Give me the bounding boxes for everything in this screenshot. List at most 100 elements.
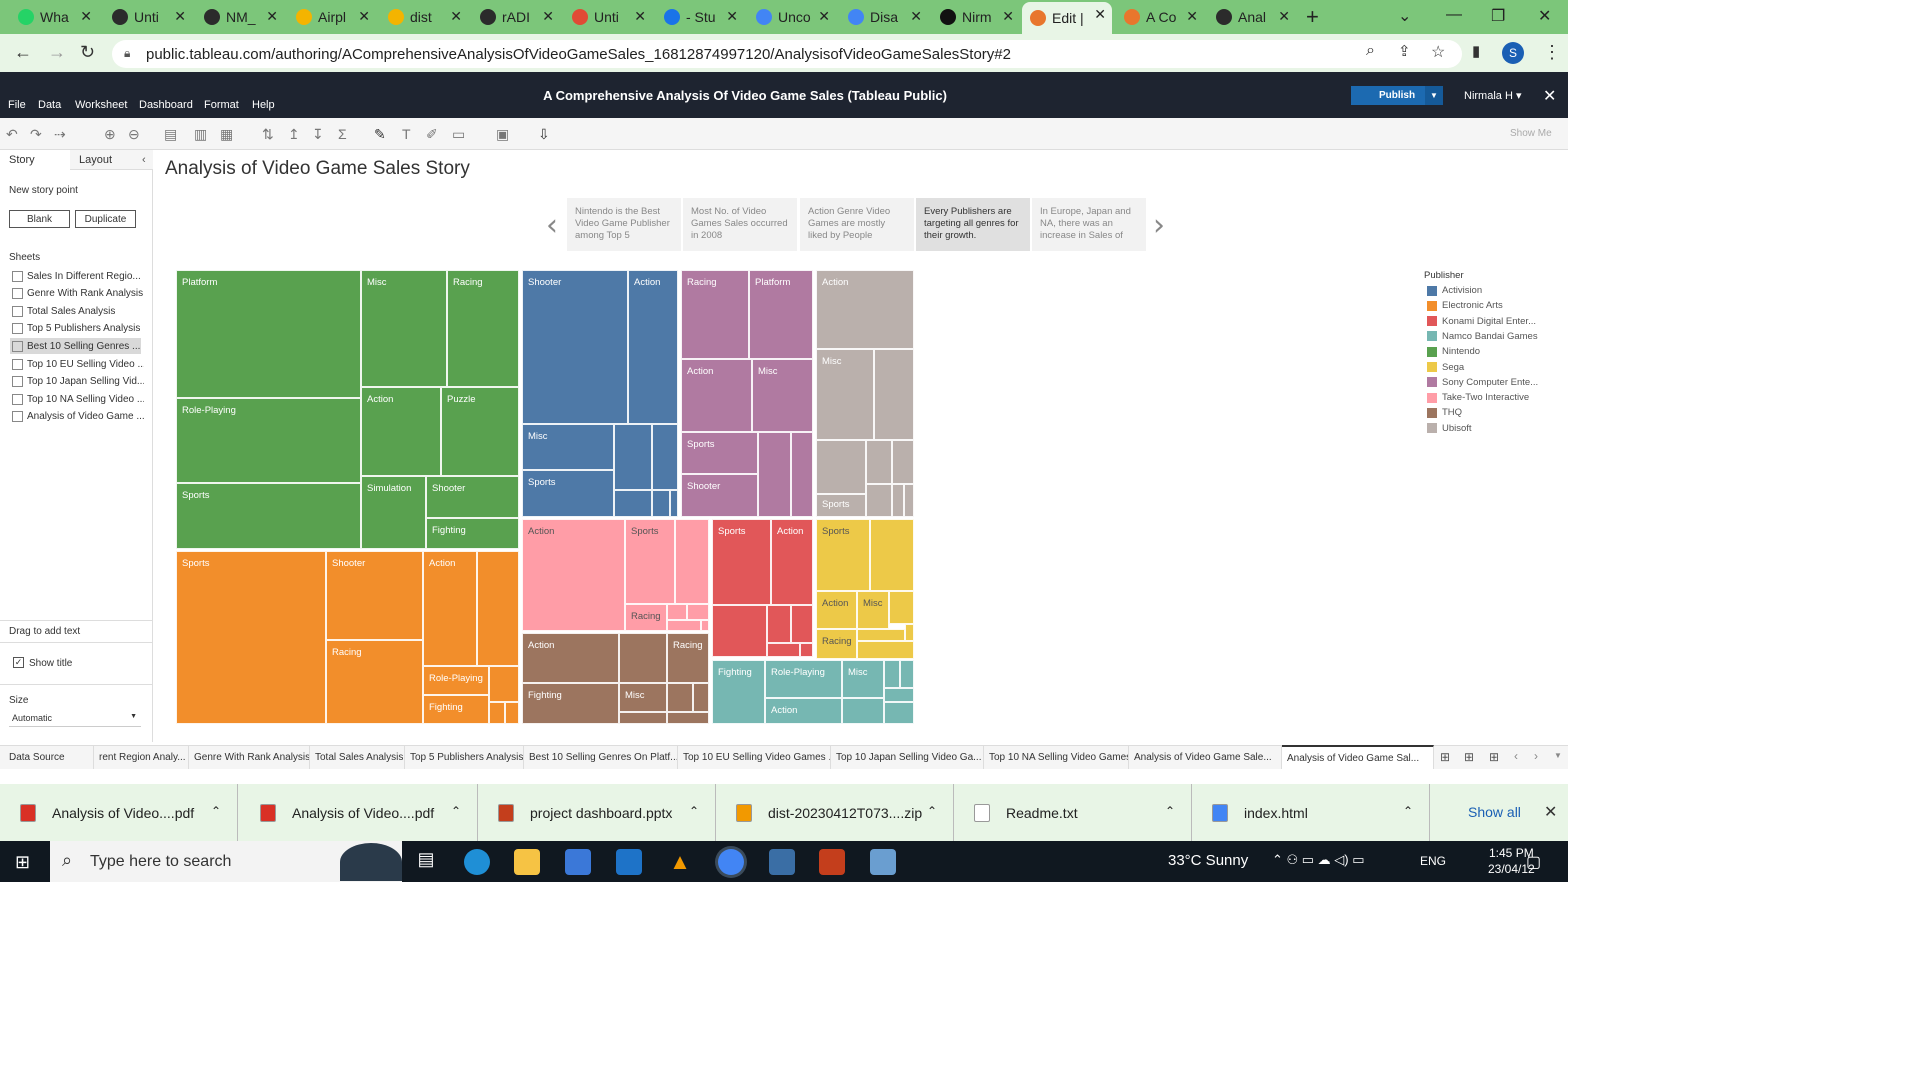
sheet-list-item[interactable]: Genre With Rank Analysis (12, 286, 144, 302)
sheet-tab[interactable]: Top 10 Japan Selling Video Ga... (831, 745, 984, 769)
browser-tab[interactable]: Unti ✕ (104, 4, 192, 30)
legend-item[interactable]: Namco Bandai Games (1427, 331, 1538, 342)
sort-asc-icon[interactable]: ↥ (288, 126, 300, 143)
treemap-cell[interactable]: Platform (176, 270, 361, 398)
treemap-cell[interactable] (870, 519, 914, 591)
story-point[interactable]: Most No. of Video Games Sales occurred i… (683, 198, 797, 251)
browser-tab[interactable]: Unti ✕ (564, 4, 652, 30)
sheet-list-item[interactable]: Best 10 Selling Genres ... (10, 338, 141, 355)
share-icon[interactable]: ⇪ (1398, 42, 1411, 60)
bookmark-star-icon[interactable]: ☆ (1431, 42, 1445, 62)
treemap-cell[interactable]: Fighting (423, 695, 489, 724)
tab-close-icon[interactable]: ✕ (80, 8, 92, 25)
close-authoring-icon[interactable]: ✕ (1543, 86, 1556, 106)
url-input[interactable]: public.tableau.com/authoring/AComprehens… (112, 40, 1462, 68)
mail-icon[interactable] (616, 849, 642, 875)
treemap-cell[interactable]: Misc (522, 424, 614, 470)
sheet-list-item[interactable]: Top 10 EU Selling Video ... (12, 356, 144, 372)
treemap-cell[interactable]: Action (423, 551, 477, 666)
browser-tab[interactable]: Edit | ✕ (1022, 2, 1112, 34)
powerpoint-icon[interactable] (819, 849, 845, 875)
sheet-list-item[interactable]: Total Sales Analysis (12, 303, 144, 319)
treemap-cell[interactable] (767, 605, 791, 643)
system-tray-icons[interactable]: ⌃ ⚇ ▭ ☁ ◁) ▭ (1272, 852, 1365, 868)
legend-item[interactable]: Konami Digital Enter... (1427, 316, 1536, 327)
treemap-cell[interactable] (884, 688, 914, 702)
size-select[interactable]: Automatic ▼ (9, 713, 141, 727)
treemap-cell[interactable] (619, 712, 667, 724)
sheet-list-item[interactable]: Top 10 Japan Selling Vid... (12, 374, 144, 390)
legend-item[interactable]: Activision (1427, 285, 1482, 296)
legend-item[interactable]: Electronic Arts (1427, 300, 1503, 311)
treemap-cell[interactable] (489, 666, 519, 702)
tab-story[interactable]: Story (9, 154, 35, 166)
new-tab-button[interactable]: + (1306, 4, 1319, 30)
treemap-cell[interactable]: Action (628, 270, 678, 424)
sort-desc-icon[interactable]: ↧ (312, 126, 324, 143)
treemap-cell[interactable]: Action (522, 633, 619, 683)
sheet-tab[interactable]: Analysis of Video Game Sal... (1282, 745, 1434, 769)
legend-item[interactable]: Nintendo (1427, 346, 1480, 357)
treemap-cell[interactable]: Role-Playing (765, 660, 842, 698)
swap-icon[interactable]: ⇅ (262, 126, 274, 143)
treemap-cell[interactable] (652, 424, 678, 490)
browser-tab[interactable]: dist ✕ (380, 4, 468, 30)
browser-menu-icon[interactable]: ⋮ (1543, 42, 1561, 63)
treemap-cell[interactable]: Role-Playing (423, 666, 489, 695)
treemap-cell[interactable] (670, 490, 678, 517)
treemap-cell[interactable] (687, 604, 709, 620)
start-icon[interactable]: ⊞ (15, 852, 30, 873)
new-dashboard-tab-icon[interactable]: ⊞ (1464, 750, 1474, 764)
treemap-cell[interactable]: Sports (816, 494, 866, 517)
download-icon[interactable]: ⇩ (538, 126, 550, 143)
reload-icon[interactable]: ↻ (80, 42, 95, 63)
notifications-icon[interactable]: ▢ (1526, 852, 1541, 872)
treemap-cell[interactable] (884, 702, 914, 724)
sheet-tab[interactable]: Data Source (4, 745, 94, 769)
treemap-cell[interactable] (892, 484, 904, 517)
treemap-cell[interactable]: Misc (752, 359, 813, 432)
chevron-up-icon[interactable]: ⌃ (211, 804, 221, 818)
sheet-list-item[interactable]: Top 10 NA Selling Video ... (12, 391, 144, 407)
duplicate-icon[interactable]: ▥ (194, 126, 207, 143)
legend-item[interactable]: THQ (1427, 407, 1462, 418)
sheet-tab[interactable]: Analysis of Video Game Sale... (1129, 745, 1282, 769)
vlc-icon[interactable]: ▲ (667, 849, 693, 875)
treemap-cell[interactable] (614, 424, 652, 490)
weather-widget[interactable]: 33°C Sunny (1168, 852, 1248, 869)
browser-tab[interactable]: A Co ✕ (1116, 4, 1204, 30)
treemap-cell[interactable]: Sports (816, 519, 870, 591)
highlight-icon[interactable]: ✎ (374, 126, 386, 143)
treemap-cell[interactable] (791, 605, 813, 643)
treemap-cell[interactable]: Sports (625, 519, 675, 604)
next-story-point-icon[interactable]: › (1153, 208, 1165, 243)
presentation-icon[interactable]: ▣ (496, 126, 509, 143)
treemap-cell[interactable]: Sports (176, 483, 361, 549)
treemap-cell[interactable]: Misc (816, 349, 874, 440)
chevron-up-icon[interactable]: ⌃ (927, 804, 937, 818)
treemap-cell[interactable] (884, 660, 900, 688)
collapse-pane-icon[interactable]: ‹ (142, 154, 146, 166)
treemap-cell[interactable]: Sports (176, 551, 326, 724)
profile-avatar[interactable]: S (1502, 42, 1524, 64)
chevron-up-icon[interactable]: ⌃ (1165, 804, 1175, 818)
tab-close-icon[interactable]: ✕ (1002, 8, 1014, 25)
treemap-cell[interactable] (767, 643, 800, 657)
sheet-tab[interactable]: Top 10 NA Selling Video Games (984, 745, 1129, 769)
download-item[interactable]: Analysis of Video....pdf ⌃ (0, 784, 238, 841)
tab-close-icon[interactable]: ✕ (1094, 6, 1106, 23)
close-window-icon[interactable]: ✕ (1538, 6, 1551, 26)
browser-tab[interactable]: Anal ✕ (1208, 4, 1296, 30)
clear-sheet-icon[interactable]: ▦ (220, 126, 233, 143)
tab-close-icon[interactable]: ✕ (1186, 8, 1198, 25)
minimize-icon[interactable]: — (1446, 6, 1462, 24)
replace-data-icon[interactable]: ⇢ (54, 126, 66, 143)
treemap-cell[interactable] (857, 629, 905, 641)
treemap-cell[interactable] (874, 349, 914, 440)
treemap-cell[interactable]: Misc (361, 270, 447, 387)
tab-close-icon[interactable]: ✕ (634, 8, 646, 25)
treemap-cell[interactable] (889, 591, 914, 624)
file-explorer-icon[interactable] (514, 849, 540, 875)
treemap-cell[interactable]: Shooter (426, 476, 519, 518)
download-item[interactable]: Analysis of Video....pdf ⌃ (240, 784, 478, 841)
